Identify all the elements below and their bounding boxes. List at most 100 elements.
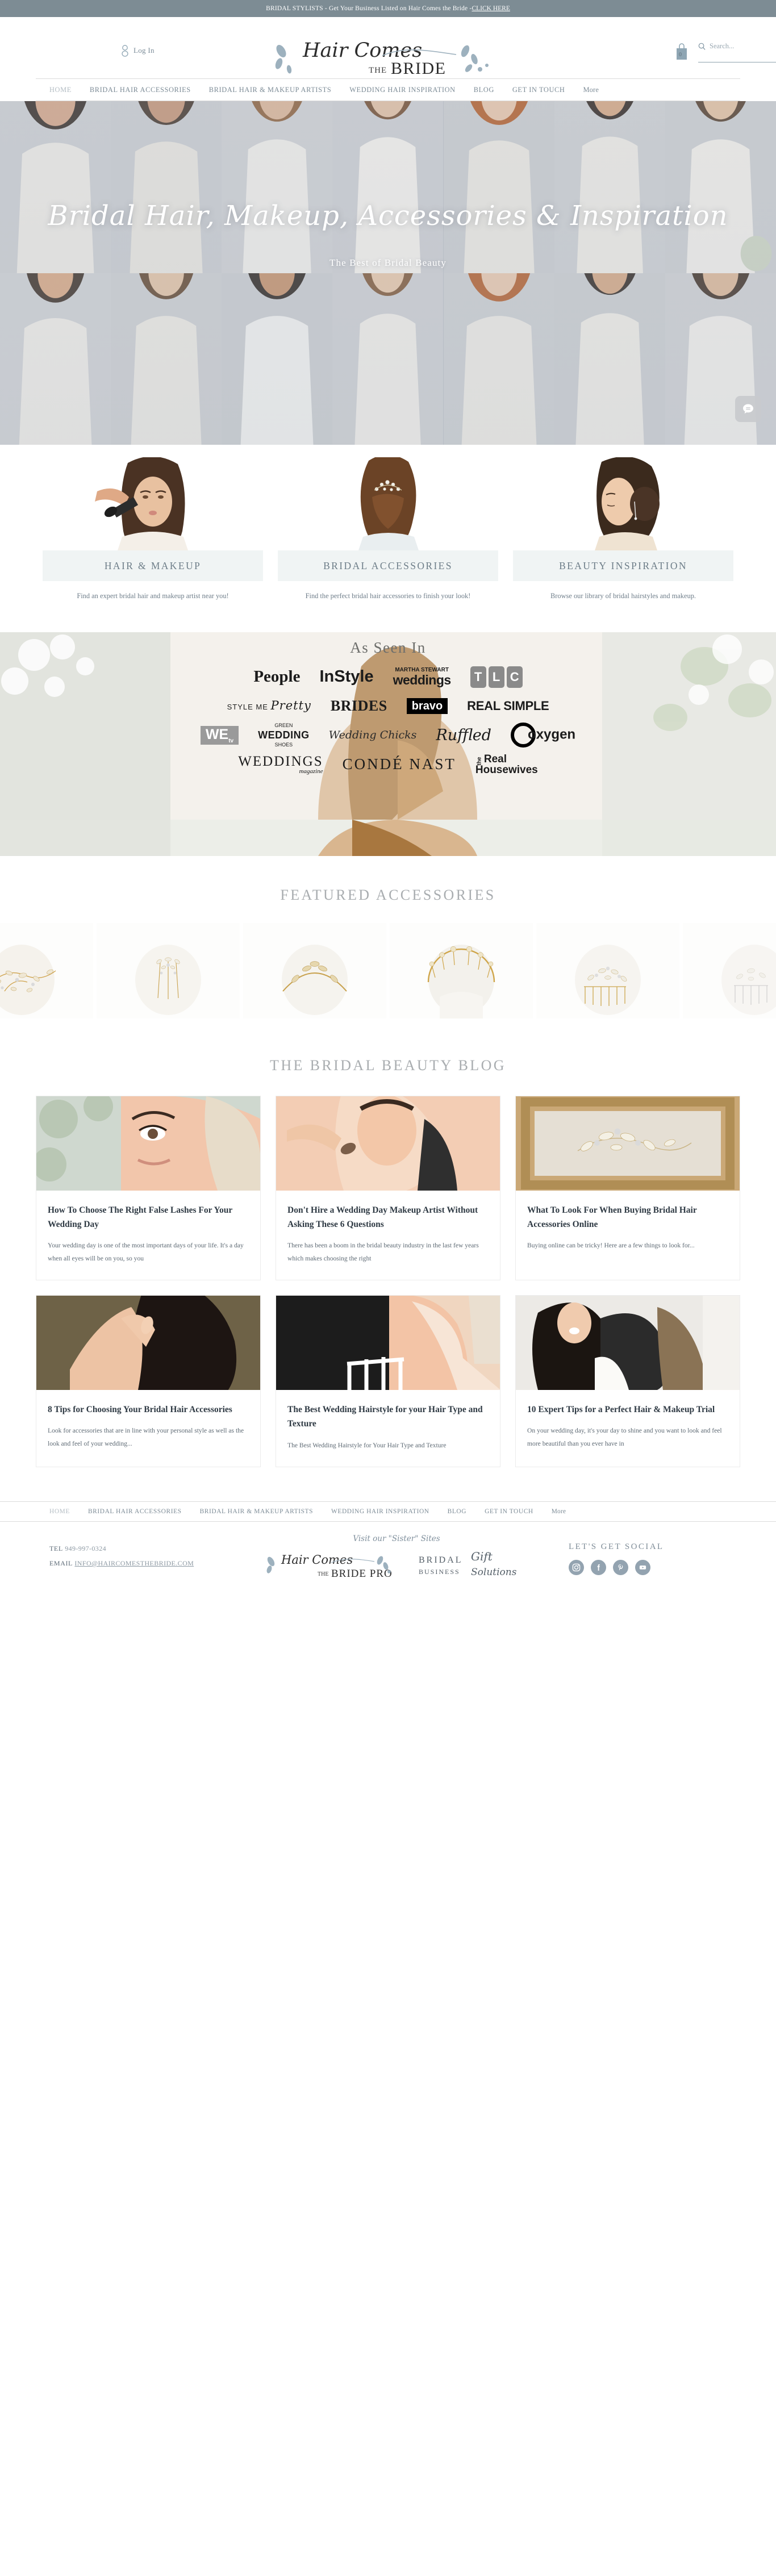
- as-seen-in-content: As Seen In People InStyle MARTHA STEWART…: [104, 632, 672, 777]
- nav-item-bridal-hair-accessories[interactable]: BRIDAL HAIR ACCESSORIES: [90, 86, 191, 94]
- footer-email-line[interactable]: EMAIL INFO@HAIRCOMESTHEBRIDE.COM: [49, 1559, 237, 1568]
- footer-nav-item-blog[interactable]: BLOG: [448, 1508, 466, 1515]
- category-card-title-band: HAIR & MAKEUP: [43, 550, 263, 581]
- blog-heading: THE BRIDAL BEAUTY BLOG: [270, 1057, 506, 1074]
- footer-social-icons: [569, 1560, 727, 1576]
- smp-pre: STYLE ME: [227, 703, 268, 712]
- product-tile[interactable]: [683, 922, 776, 1018]
- product-tile[interactable]: [243, 922, 386, 1018]
- announcement-bar: BRIDAL STYLISTS - Get Your Business List…: [0, 0, 776, 17]
- category-card-title: BRIDAL ACCESSORIES: [323, 560, 453, 571]
- category-card-title: BEAUTY INSPIRATION: [559, 560, 687, 571]
- nav-item-more[interactable]: More: [583, 86, 599, 94]
- footer-email-value[interactable]: INFO@HAIRCOMESTHEBRIDE.COM: [74, 1559, 194, 1567]
- hair-comes-the-bride-logo-icon: Hair Comes THE BRIDE: [275, 39, 489, 78]
- svg-text:BRIDE: BRIDE: [391, 59, 447, 78]
- product-image-pearl-cluster-hair-comb: [536, 922, 679, 1018]
- svg-text:Gift: Gift: [471, 1550, 493, 1563]
- site-footer: TEL 949-997-0324 EMAIL INFO@HAIRCOMESTHE…: [36, 1522, 740, 1600]
- product-tile[interactable]: [97, 922, 240, 1018]
- press-logo-weddings-magazine: WEDDINGS magazine: [238, 754, 323, 775]
- blog-post-card[interactable]: 8 Tips for Choosing Your Bridal Hair Acc…: [36, 1295, 261, 1468]
- nav-item-bridal-hair-makeup-artists[interactable]: BRIDAL HAIR & MAKEUP ARTISTS: [209, 86, 331, 94]
- blog-post-title: Don't Hire a Wedding Day Makeup Artist W…: [287, 1205, 478, 1230]
- tlc-letter-c: C: [506, 666, 523, 688]
- footer-nav-item-home[interactable]: HOME: [49, 1508, 70, 1515]
- facebook-icon[interactable]: [591, 1560, 606, 1576]
- svg-text:Solutions: Solutions: [471, 1567, 517, 1578]
- category-cards-section: HAIR & MAKEUP Find an expert bridal hair…: [0, 445, 776, 632]
- hair-makeup-trial-photo: [516, 1296, 740, 1391]
- product-tile[interactable]: [390, 922, 533, 1018]
- svg-text:THE: THE: [318, 1571, 328, 1577]
- footer-nav-item-more[interactable]: More: [552, 1508, 566, 1515]
- bridal-gift-business-solutions-logo-icon[interactable]: BRIDAL Gift BUSINESS Solutions: [416, 1549, 530, 1581]
- blog-post-body: What To Look For When Buying Bridal Hair…: [516, 1191, 740, 1267]
- category-card-beauty-inspiration[interactable]: BEAUTY INSPIRATION Browse our library of…: [513, 457, 733, 603]
- chat-widget-button[interactable]: [735, 396, 761, 422]
- blog-post-card[interactable]: What To Look For When Buying Bridal Hair…: [515, 1095, 740, 1281]
- hero-title: Bridal Hair, Makeup, Accessories & Inspi…: [48, 200, 728, 232]
- featured-products-list: [0, 922, 776, 1018]
- login-label: Log In: [133, 46, 155, 55]
- announcement-click-here-link[interactable]: CLICK HERE: [472, 5, 510, 12]
- blog-post-title: What To Look For When Buying Bridal Hair…: [527, 1205, 697, 1230]
- search-box[interactable]: [698, 42, 776, 62]
- blog-post-excerpt: Buying online can be tricky! Here are a …: [527, 1242, 695, 1250]
- press-logo-instyle: InStyle: [319, 667, 374, 686]
- press-logo-conde-nast: CONDÉ NAST: [342, 755, 456, 773]
- category-card-bridal-accessories[interactable]: BRIDAL ACCESSORIES Find the perfect brid…: [278, 457, 498, 603]
- featured-accessories-heading: FEATURED ACCESSORIES: [280, 886, 496, 903]
- search-icon: [698, 43, 706, 50]
- blog-post-title: 8 Tips for Choosing Your Bridal Hair Acc…: [48, 1405, 232, 1415]
- press-logo-style-me-pretty: STYLE ME Pretty: [227, 700, 311, 712]
- youtube-icon[interactable]: [635, 1560, 650, 1576]
- blog-post-card[interactable]: Don't Hire a Wedding Day Makeup Artist W…: [276, 1095, 500, 1281]
- svg-text:BRIDE PRO: BRIDE PRO: [331, 1568, 393, 1580]
- blog-post-thumbnail: [516, 1296, 740, 1391]
- category-card-title-band: BRIDAL ACCESSORIES: [278, 550, 498, 581]
- product-tile[interactable]: [0, 922, 93, 1018]
- search-input[interactable]: [710, 42, 772, 51]
- category-card-hair-makeup[interactable]: HAIR & MAKEUP Find an expert bridal hair…: [43, 457, 263, 603]
- press-logo-people: People: [253, 667, 301, 686]
- pinterest-icon[interactable]: [613, 1560, 628, 1576]
- featured-accessories-carousel: [0, 922, 776, 1018]
- blog-post-card[interactable]: How To Choose The Right False Lashes For…: [36, 1095, 261, 1281]
- blog-post-title: The Best Wedding Hairstyle for your Hair…: [287, 1405, 483, 1429]
- we-sub: tv: [228, 737, 234, 744]
- press-logo-real-simple: REAL SIMPLE: [467, 698, 549, 713]
- category-card-description: Find the perfect bridal hair accessories…: [305, 592, 471, 600]
- nav-item-home[interactable]: HOME: [49, 86, 72, 94]
- tlc-letter-t: T: [470, 666, 486, 688]
- instagram-icon[interactable]: [569, 1560, 584, 1576]
- chat-bubble-icon: [743, 404, 753, 414]
- wedding-hairstyle-photo: [276, 1296, 500, 1391]
- nav-item-get-in-touch[interactable]: GET IN TOUCH: [512, 86, 565, 94]
- footer-nav-item-bridal-hair-makeup-artists[interactable]: BRIDAL HAIR & MAKEUP ARTISTS: [200, 1508, 313, 1515]
- blog-post-thumbnail: [36, 1296, 260, 1391]
- footer-social-title: LET'S GET SOCIAL: [569, 1542, 664, 1552]
- nav-item-blog[interactable]: BLOG: [474, 86, 494, 94]
- blog-post-excerpt: Your wedding day is one of the most impo…: [48, 1242, 244, 1262]
- site-logo[interactable]: Hair Comes THE BRIDE: [269, 34, 507, 78]
- footer-nav-item-wedding-hair-inspiration[interactable]: WEDDING HAIR INSPIRATION: [331, 1508, 429, 1515]
- footer-email-label: EMAIL: [49, 1559, 73, 1568]
- login-button[interactable]: Log In: [120, 44, 155, 57]
- footer-nav-item-bridal-hair-accessories[interactable]: BRIDAL HAIR ACCESSORIES: [88, 1508, 182, 1515]
- footer-navigation: HOME BRIDAL HAIR ACCESSORIES BRIDAL HAIR…: [36, 1502, 740, 1521]
- footer-sister-sites-title: Visit our "Sister" Sites: [353, 1534, 440, 1544]
- blog-post-body: 8 Tips for Choosing Your Bridal Hair Acc…: [36, 1390, 260, 1465]
- weddings-sub: magazine: [299, 767, 323, 775]
- blog-post-card[interactable]: The Best Wedding Hairstyle for your Hair…: [276, 1295, 500, 1468]
- blog-post-card[interactable]: 10 Expert Tips for a Perfect Hair & Make…: [515, 1295, 740, 1468]
- press-logo-row-1: People InStyle MARTHA STEWART weddings T…: [104, 665, 672, 690]
- footer-nav-item-get-in-touch[interactable]: GET IN TOUCH: [485, 1508, 533, 1515]
- cart-button[interactable]: 0: [674, 42, 689, 61]
- hero-banner: Bridal Hair, Makeup, Accessories & Inspi…: [0, 101, 776, 445]
- nav-item-wedding-hair-inspiration[interactable]: WEDDING HAIR INSPIRATION: [349, 86, 455, 94]
- hair-comes-the-bride-pro-logo-icon[interactable]: Hair Comes THE BRIDE PRO: [263, 1549, 394, 1581]
- category-card-title-band: BEAUTY INSPIRATION: [513, 550, 733, 581]
- rh-the: the: [476, 757, 483, 766]
- product-tile[interactable]: [536, 922, 679, 1018]
